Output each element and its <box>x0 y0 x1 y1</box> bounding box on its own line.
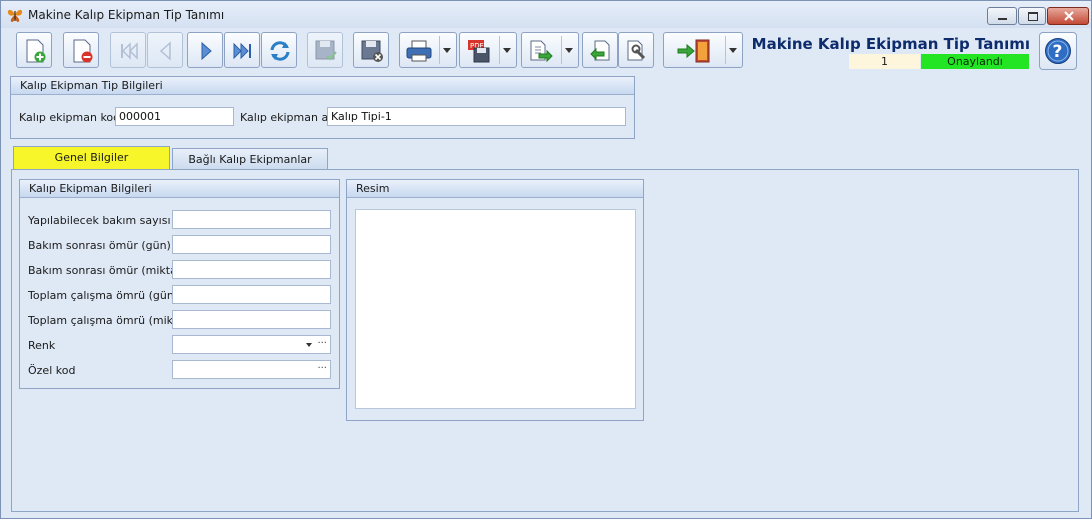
picture-box[interactable] <box>355 209 636 409</box>
dropdown-arrow-icon <box>503 48 511 53</box>
new-document-icon <box>26 39 46 63</box>
first-icon <box>121 42 138 60</box>
help-icon: ? <box>1045 38 1071 64</box>
first-record-button[interactable] <box>110 32 146 68</box>
export-pdf-button[interactable]: PDF <box>459 32 517 68</box>
status-badge: Onaylandı <box>921 54 1029 69</box>
app-window: Makine Kalıp Ekipman Tip Tanımı PDF Maki… <box>0 0 1092 519</box>
maintenance-count-input[interactable] <box>172 210 331 229</box>
minimize-button[interactable] <box>987 7 1017 25</box>
refresh-icon <box>270 41 290 61</box>
total-life-days-input[interactable] <box>172 285 331 304</box>
pdf-save-icon: PDF <box>468 40 490 63</box>
maximize-button[interactable] <box>1018 7 1046 25</box>
field-label: Toplam çalışma ömrü (gün) <box>28 289 179 302</box>
ellipsis-icon[interactable]: ··· <box>317 336 327 351</box>
chevron-down-icon[interactable] <box>306 343 312 347</box>
tab-bagli-kalip-ekipmanlar[interactable]: Bağlı Kalıp Ekipmanlar <box>172 148 328 169</box>
field-label: Toplam çalışma ömrü (miktar) <box>28 314 193 327</box>
window-title: Makine Kalıp Ekipman Tip Tanımı <box>28 8 225 22</box>
print-button[interactable] <box>399 32 457 68</box>
refresh-button[interactable] <box>261 32 297 68</box>
delete-record-button[interactable] <box>63 32 99 68</box>
dropdown-separator <box>725 36 726 64</box>
minimize-icon <box>998 18 1007 20</box>
close-button[interactable] <box>1047 7 1089 25</box>
field-label: Bakım sonrası ömür (miktar) <box>28 264 186 277</box>
post-maintenance-quantity-input[interactable] <box>172 260 331 279</box>
info-groupbox: Kalıp Ekipman Tip Bilgileri Kalıp ekipma… <box>10 76 635 139</box>
code-input[interactable] <box>115 107 234 126</box>
details-groupbox: Kalıp Ekipman Bilgileri Yapılabilecek ba… <box>19 179 340 389</box>
name-input[interactable] <box>327 107 626 126</box>
dropdown-separator <box>499 36 500 64</box>
import-icon <box>590 40 610 61</box>
new-record-button[interactable] <box>16 32 52 68</box>
next-icon <box>201 41 212 61</box>
save-cancel-button[interactable] <box>353 32 389 68</box>
dropdown-separator <box>561 36 562 64</box>
help-button[interactable]: ? <box>1039 32 1077 70</box>
dropdown-arrow-icon <box>443 48 451 53</box>
last-record-button[interactable] <box>224 32 260 68</box>
delete-document-icon <box>73 39 93 63</box>
details-groupbox-title: Kalıp Ekipman Bilgileri <box>20 180 339 198</box>
import-button[interactable] <box>582 32 618 68</box>
save-cancel-icon <box>361 40 383 62</box>
dropdown-arrow-icon <box>729 48 737 53</box>
field-label: Renk <box>28 339 56 352</box>
maximize-icon <box>1028 12 1038 21</box>
save-approve-button[interactable] <box>307 32 343 68</box>
svg-text:?: ? <box>1053 42 1063 62</box>
color-combobox[interactable]: ··· <box>172 335 331 354</box>
export-document-icon <box>530 40 553 63</box>
field-label: Yapılabilecek bakım sayısı <box>28 214 171 227</box>
wrench-document-icon <box>627 40 646 61</box>
total-life-quantity-input[interactable] <box>172 310 331 329</box>
form-title: Makine Kalıp Ekipman Tip Tanımı <box>751 35 1030 53</box>
next-record-button[interactable] <box>187 32 223 68</box>
exit-door-icon <box>677 39 710 63</box>
name-label: Kalıp ekipman adı <box>240 111 339 124</box>
picture-groupbox: Resim <box>346 179 644 421</box>
dropdown-separator <box>439 36 440 64</box>
code-label: Kalıp ekipman kodu <box>19 111 128 124</box>
settings-button[interactable] <box>618 32 654 68</box>
last-icon <box>233 42 251 60</box>
exit-button[interactable] <box>663 32 743 68</box>
export-document-button[interactable] <box>521 32 579 68</box>
close-icon <box>1064 11 1074 21</box>
record-number: 1 <box>849 54 920 69</box>
printer-icon <box>406 40 432 62</box>
previous-icon <box>159 41 171 61</box>
previous-record-button[interactable] <box>147 32 183 68</box>
dropdown-arrow-icon <box>565 48 573 53</box>
picture-groupbox-title: Resim <box>347 180 643 198</box>
post-maintenance-days-input[interactable] <box>172 235 331 254</box>
tab-genel-bilgiler[interactable]: Genel Bilgiler <box>13 146 170 169</box>
tab-page-genel-bilgiler: Kalıp Ekipman Bilgileri Yapılabilecek ba… <box>11 169 1079 512</box>
info-groupbox-title: Kalıp Ekipman Tip Bilgileri <box>11 77 634 95</box>
special-code-lookup[interactable]: ··· <box>172 360 331 379</box>
save-check-icon <box>315 40 337 61</box>
field-label: Özel kod <box>28 364 76 377</box>
ellipsis-icon[interactable]: ··· <box>317 361 327 376</box>
title-bar: Makine Kalıp Ekipman Tip Tanımı <box>1 1 1091 28</box>
field-label: Bakım sonrası ömür (gün) <box>28 239 171 252</box>
butterfly-logo-icon <box>7 9 23 22</box>
